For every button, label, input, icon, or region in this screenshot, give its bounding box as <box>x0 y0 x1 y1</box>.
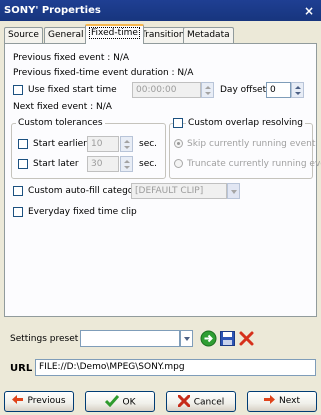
tab-metadata[interactable]: Metadata <box>183 27 234 43</box>
settings-preset-label: Settings preset <box>10 334 79 344</box>
start-later-checkbox[interactable] <box>18 159 28 169</box>
x-icon <box>177 394 191 410</box>
start-earlier-label: Start earlier <box>33 139 87 149</box>
previous-button-label: Previous <box>27 396 66 406</box>
url-label: URL <box>10 363 33 374</box>
start-earlier-checkbox[interactable] <box>18 139 28 149</box>
green-circle-arrow-icon[interactable] <box>200 330 217 347</box>
day-offset-input[interactable]: 0 <box>266 82 291 98</box>
autofill-category-select[interactable]: [DEFAULT CLIP] <box>131 183 227 199</box>
tab-general-label: General <box>48 30 84 40</box>
tab-metadata-label: Metadata <box>187 30 230 40</box>
settings-preset-dropdown-icon[interactable] <box>180 330 193 347</box>
cancel-button-label: Cancel <box>193 397 225 408</box>
start-later-unit: sec. <box>139 159 158 169</box>
start-earlier-input[interactable]: 10 <box>87 136 119 152</box>
tab-source-label: Source <box>8 30 39 40</box>
overlap-resolving-checkbox[interactable] <box>173 118 183 128</box>
right-arrow-icon <box>264 395 276 407</box>
cancel-button[interactable]: Cancel <box>166 391 236 412</box>
checkmark-icon <box>104 395 119 410</box>
use-fixed-start-label: Use fixed start time <box>28 85 117 95</box>
tab-general[interactable]: General <box>44 27 88 43</box>
autofill-dropdown-icon[interactable] <box>227 183 240 199</box>
truncate-event-radio[interactable] <box>174 159 183 168</box>
day-offset-label: Day offset <box>220 85 267 95</box>
start-earlier-unit: sec. <box>139 139 158 149</box>
previous-button[interactable]: Previous <box>4 391 74 412</box>
start-later-spinner[interactable] <box>120 156 133 172</box>
use-fixed-start-checkbox[interactable] <box>13 85 23 95</box>
next-fixed-event-text: Next fixed event : N/A <box>13 102 112 112</box>
start-time-spinner[interactable] <box>201 82 214 98</box>
start-earlier-spinner[interactable] <box>120 136 133 152</box>
tab-transition[interactable]: Transition <box>137 27 189 43</box>
truncate-event-label: Truncate currently running event <box>187 159 321 169</box>
previous-duration-text: Previous fixed-time event duration : N/A <box>13 68 194 78</box>
ok-button-label: OK <box>122 397 136 408</box>
overlap-resolving-group <box>169 123 313 179</box>
close-icon[interactable]: × <box>304 4 314 18</box>
window-titlebar: SONY' Properties × <box>0 0 321 21</box>
tab-transition-label: Transition <box>141 30 185 40</box>
skip-event-radio[interactable] <box>174 139 183 148</box>
start-later-input[interactable]: 30 <box>87 156 119 172</box>
next-button[interactable]: Next <box>247 391 317 412</box>
tab-fixed-time[interactable]: Fixed-time <box>85 24 144 44</box>
fixed-time-panel: Previous fixed event : N/A Previous fixe… <box>4 43 321 317</box>
left-arrow-icon <box>12 395 24 407</box>
everyday-fixed-checkbox[interactable] <box>13 207 23 217</box>
overlap-resolving-legend: Custom overlap resolving <box>186 118 305 128</box>
start-time-input[interactable]: 00:00:00 <box>132 82 201 98</box>
window-title: SONY' Properties <box>4 5 101 16</box>
red-x-icon[interactable] <box>238 330 255 347</box>
settings-preset-select[interactable] <box>80 330 180 347</box>
next-button-label: Next <box>279 396 300 406</box>
day-offset-spinner[interactable] <box>291 82 304 98</box>
url-input[interactable]: FILE://D:\Demo\MPEG\SONY.mpg <box>35 359 316 376</box>
tab-fixed-time-label: Fixed-time <box>89 27 140 39</box>
floppy-disk-icon[interactable] <box>219 330 236 347</box>
start-later-label: Start later <box>33 159 79 169</box>
custom-tolerances-legend: Custom tolerances <box>16 118 105 128</box>
autofill-category-checkbox[interactable] <box>13 186 23 196</box>
everyday-fixed-label: Everyday fixed time clip <box>28 207 137 217</box>
autofill-category-label: Custom auto-fill category <box>28 186 143 196</box>
skip-event-label: Skip currently running event <box>187 139 316 149</box>
ok-button[interactable]: OK <box>85 391 155 412</box>
tab-source[interactable]: Source <box>4 27 43 43</box>
previous-fixed-event-text: Previous fixed event : N/A <box>13 53 130 63</box>
